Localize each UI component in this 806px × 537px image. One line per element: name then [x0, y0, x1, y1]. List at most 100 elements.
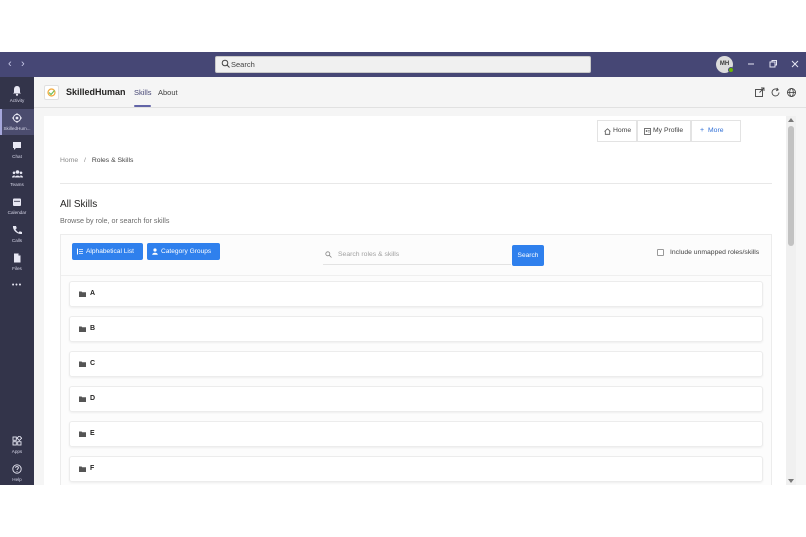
category-groups-button[interactable]: Category Groups [147, 243, 220, 260]
letter-group-label: E [90, 430, 95, 437]
close-icon[interactable] [788, 57, 802, 71]
search-button[interactable]: Search [512, 245, 544, 266]
popout-icon[interactable] [754, 87, 765, 98]
scroll-down-arrow-icon[interactable] [788, 479, 794, 483]
chat-icon [13, 142, 21, 150]
rail-item-help[interactable]: Help [0, 460, 34, 485]
folder-icon [79, 326, 86, 332]
tab-skills[interactable]: Skills [134, 88, 152, 97]
rail-label: Calendar [7, 210, 27, 215]
include-unmapped-checkbox[interactable] [657, 249, 664, 256]
rail-item-chat[interactable]: Chat [0, 137, 34, 163]
rail-label: Teams [10, 182, 24, 187]
rail-label: Chat [12, 154, 22, 159]
more-icon: ••• [11, 282, 23, 289]
letter-group-label: F [90, 465, 95, 472]
forward-button[interactable]: › [21, 58, 25, 70]
title-bar: ‹ › Search MH [0, 52, 806, 77]
back-button[interactable]: ‹ [8, 58, 12, 70]
tab-about[interactable]: About [158, 88, 178, 97]
skills-panel: Alphabetical List Category Groups Search… [60, 234, 772, 485]
letter-group-label: A [90, 290, 96, 297]
rail-item-more[interactable]: ••• [0, 279, 34, 295]
letter-group-label: D [90, 395, 96, 402]
refresh-icon[interactable] [770, 87, 781, 98]
active-tab-indicator [134, 105, 151, 107]
vertical-scrollbar[interactable] [786, 116, 796, 485]
minimize-icon[interactable] [744, 57, 758, 71]
rail-item-calendar[interactable]: Calendar [0, 193, 34, 219]
divider [60, 183, 772, 184]
letter-group-label: C [90, 360, 96, 367]
restore-icon[interactable] [766, 57, 780, 71]
rail-label: Apps [11, 449, 23, 454]
letter-group-e[interactable]: E [69, 421, 763, 447]
plus-icon: + [700, 127, 705, 134]
my-profile-button[interactable]: My Profile [637, 120, 691, 142]
search-icon [325, 251, 332, 258]
home-nav-label: Home [613, 127, 632, 134]
letter-group-c[interactable]: C [69, 351, 763, 377]
folder-icon [79, 291, 86, 297]
breadcrumb-separator: / [84, 157, 86, 164]
rail-label: Help [12, 477, 22, 482]
scroll-up-arrow-icon[interactable] [788, 118, 794, 122]
letter-group-a[interactable]: A [69, 281, 763, 307]
skills-search-input[interactable]: Search roles & skills [323, 245, 511, 265]
alphabetical-list-label: Alphabetical List [86, 248, 135, 255]
file-icon [14, 253, 21, 263]
folder-icon [79, 466, 86, 472]
rail-label: Activity [9, 98, 25, 103]
app-header: SkilledHuman Skills About [34, 77, 806, 108]
letter-group-b[interactable]: B [69, 316, 763, 342]
list-icon [77, 248, 83, 255]
rail-item-files[interactable]: Files [0, 249, 34, 275]
category-groups-label: Category Groups [161, 248, 212, 255]
presence-status-icon [728, 67, 734, 73]
folder-icon [79, 396, 86, 402]
panel-divider [61, 275, 771, 276]
app-name: SkilledHuman [66, 87, 126, 97]
phone-icon [12, 226, 22, 235]
alphabetical-list-button[interactable]: Alphabetical List [72, 243, 143, 260]
rail-item-calls[interactable]: Calls [0, 221, 34, 247]
rail-item-apps[interactable]: Apps [0, 432, 34, 458]
skills-search-placeholder: Search roles & skills [338, 251, 400, 258]
my-profile-label: My Profile [653, 127, 684, 134]
globe-icon[interactable] [786, 87, 797, 98]
folder-icon [79, 361, 86, 367]
more-menu-button[interactable]: + More [691, 120, 741, 142]
breadcrumb-current: Roles & Skills [91, 157, 134, 164]
scrollbar-thumb[interactable] [788, 126, 794, 246]
page-subtitle: Browse by role, or search for skills [60, 216, 170, 225]
letter-group-d[interactable]: D [69, 386, 763, 412]
rail-label: Calls [11, 238, 23, 243]
logo-icon [47, 88, 56, 97]
breadcrumb: Home / Roles & Skills [60, 157, 133, 164]
bell-icon [13, 86, 21, 96]
content-area: Home My Profile + More Home / Roles & Sk… [44, 116, 786, 485]
user-icon [152, 248, 158, 255]
letter-group-label: B [90, 325, 96, 332]
include-unmapped-label[interactable]: Include unmapped roles/skills [670, 249, 759, 256]
apps-icon [12, 436, 22, 446]
more-menu-label: More [708, 127, 724, 134]
calendar-icon [13, 198, 21, 206]
home-icon [604, 128, 611, 135]
page-title: All Skills [60, 199, 98, 210]
home-nav-button[interactable]: Home [597, 120, 637, 142]
breadcrumb-home-link[interactable]: Home [60, 157, 78, 164]
app-icon [12, 113, 22, 123]
screen: ‹ › Search MH Activity SkilledHum... Cha… [0, 0, 806, 537]
rail-label: Files [12, 266, 22, 271]
help-icon [12, 464, 22, 474]
rail-item-skilledhuman[interactable]: SkilledHum... [0, 109, 34, 135]
rail-item-teams[interactable]: Teams [0, 165, 34, 191]
app-logo [44, 85, 59, 100]
teams-icon [12, 170, 23, 178]
profile-card-icon [644, 128, 651, 135]
rail-label: SkilledHum... [3, 126, 31, 131]
letter-group-f[interactable]: F [69, 456, 763, 482]
rail-item-activity[interactable]: Activity [0, 81, 34, 107]
global-search-input[interactable]: Search [215, 56, 591, 73]
